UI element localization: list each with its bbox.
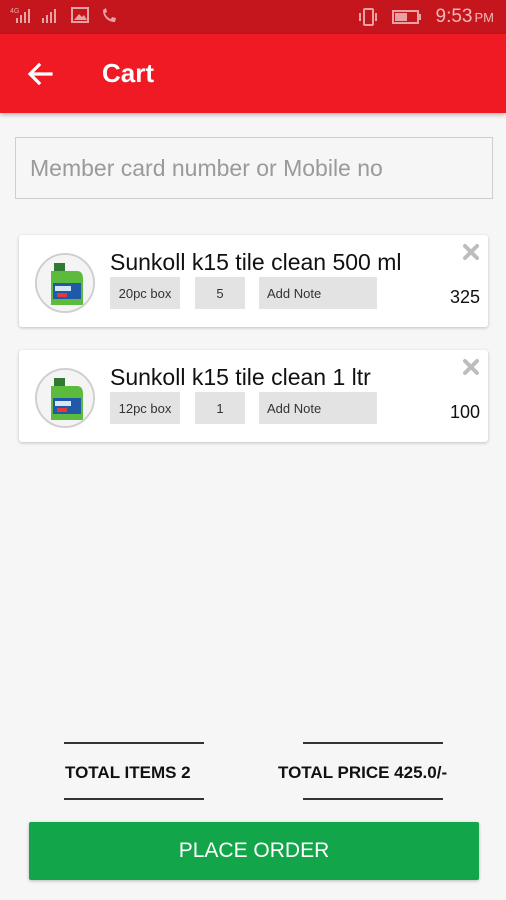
status-icons-right: 9:53 PM [358, 6, 494, 28]
back-button[interactable] [22, 56, 58, 92]
close-icon [463, 359, 479, 375]
vibrate-icon [358, 8, 378, 26]
product-name: Sunkoll k15 tile clean 500 ml [110, 249, 402, 275]
pack-size-selector[interactable]: 20pc box [110, 277, 180, 309]
call-notification-icon [100, 6, 120, 24]
quantity-field[interactable]: 1 [195, 392, 245, 424]
product-name: Sunkoll k15 tile clean 1 ltr [110, 364, 371, 390]
status-icons-left: 4G [10, 6, 120, 24]
pack-size-selector[interactable]: 12pc box [110, 392, 180, 424]
add-note-field[interactable]: Add Note [259, 392, 377, 424]
total-items: TOTAL ITEMS 2 [65, 763, 191, 782]
battery-icon [391, 8, 422, 26]
signal-icon [40, 6, 60, 24]
add-note-field[interactable]: Add Note [259, 277, 377, 309]
remove-item-button[interactable] [462, 358, 480, 376]
cart-item: Sunkoll k15 tile clean 1 ltr 12pc box 1 … [19, 350, 488, 442]
member-search-input[interactable] [15, 137, 493, 199]
clock: 9:53 PM [435, 6, 494, 27]
cart-item: Sunkoll k15 tile clean 500 ml 20pc box 5… [19, 235, 488, 327]
app-bar: Cart [0, 34, 506, 113]
product-image [35, 368, 95, 428]
remove-item-button[interactable] [462, 243, 480, 261]
page-title: Cart [102, 58, 155, 88]
item-price: 100 [449, 402, 480, 422]
svg-text:4G: 4G [10, 8, 19, 15]
close-icon [463, 244, 479, 260]
item-price: 325 [449, 287, 480, 307]
place-order-button[interactable]: PLACE ORDER [29, 822, 479, 880]
signal-4g-icon: 4G [10, 6, 30, 24]
product-image [35, 253, 95, 313]
gallery-notification-icon [70, 6, 90, 24]
total-price: TOTAL PRICE 425.0/- [278, 763, 448, 782]
quantity-field[interactable]: 5 [195, 277, 245, 309]
arrow-left-icon [27, 62, 53, 86]
status-bar: 4G 9:53 PM [0, 0, 506, 34]
